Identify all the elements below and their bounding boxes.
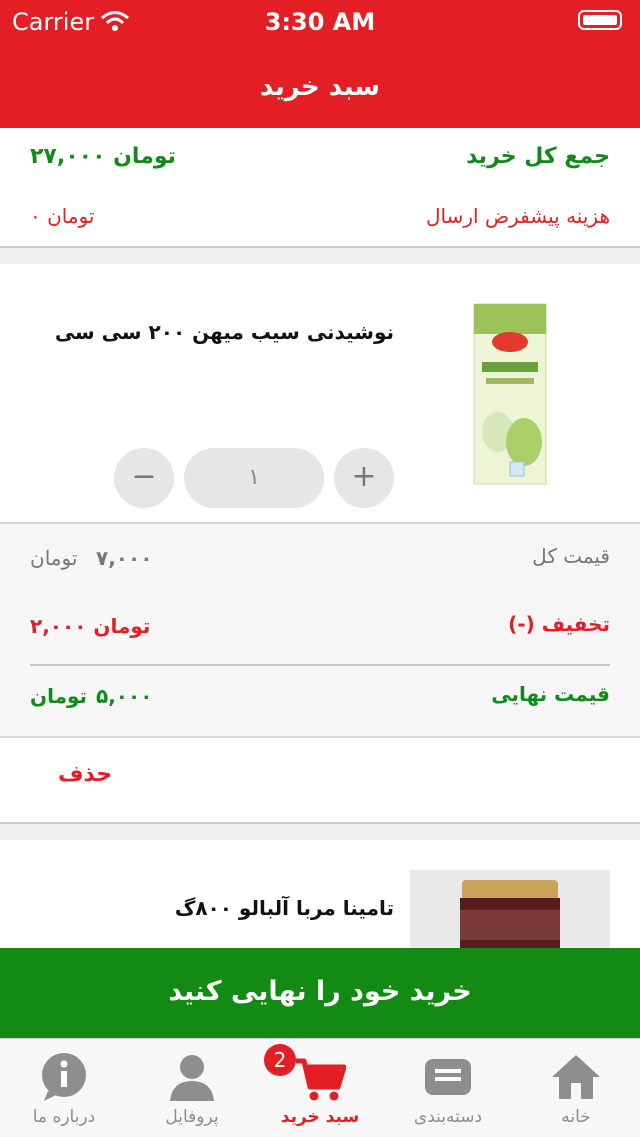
price-value: ۷,۰۰۰ <box>96 546 153 570</box>
final-currency: تومان <box>30 684 88 708</box>
total-value: ۲۷,۰۰۰ تومان <box>30 144 176 169</box>
info-icon <box>42 1053 86 1101</box>
tab-label: دسته‌بندی <box>413 1107 483 1127</box>
product-name: تامینا مربا آلبالو ۸۰۰گ <box>174 896 394 920</box>
tab-label: درباره ما <box>32 1107 96 1127</box>
divider <box>30 664 610 666</box>
tab-label: سبد خرید <box>280 1107 360 1127</box>
top-bar: Carrier 3:30 AM سبد خرید <box>0 0 640 128</box>
tab-home[interactable]: خانه <box>512 1039 640 1137</box>
cart-badge: 2 <box>264 1044 296 1076</box>
tab-profile[interactable]: پروفایل <box>128 1039 256 1137</box>
plus-icon: + <box>351 459 377 494</box>
cart-icon <box>296 1058 346 1101</box>
increase-quantity-button[interactable]: + <box>334 448 394 508</box>
checkout-button[interactable]: خرید خود را نهایی کنید <box>0 948 640 1038</box>
discount-value: ۲,۰۰۰ تومان <box>30 614 151 638</box>
shipping-value: ۰ تومان <box>30 204 95 228</box>
discount-label: (-) تخفیف <box>508 612 610 636</box>
shipping-label: هزینه پیشفرض ارسال <box>426 204 610 228</box>
profile-icon <box>170 1055 214 1101</box>
minus-icon: − <box>131 459 157 494</box>
decrease-quantity-button[interactable]: − <box>114 448 174 508</box>
final-label: قیمت نهایی <box>491 682 610 706</box>
tab-categories[interactable]: دسته‌بندی <box>384 1039 512 1137</box>
tab-about[interactable]: درباره ما <box>0 1039 128 1137</box>
product-name: نوشیدنی سیب میهن ۲۰۰ سی سی <box>54 320 394 344</box>
battery-icon <box>578 10 622 30</box>
home-icon <box>552 1055 600 1099</box>
tab-bar: درباره ما پروفایل سبد خرید دسته‌بندی خان… <box>0 1038 640 1137</box>
status-time: 3:30 AM <box>264 8 376 36</box>
quantity-field[interactable]: ۱ <box>184 448 324 508</box>
cart-summary: جمع کل خرید ۲۷,۰۰۰ تومان هزینه پیشفرض ار… <box>0 128 640 248</box>
total-label: جمع کل خرید <box>466 144 610 169</box>
tab-label: پروفایل <box>165 1107 219 1127</box>
tab-label: خانه <box>561 1107 591 1127</box>
product-image <box>470 302 550 486</box>
price-label: قیمت کل <box>532 544 610 568</box>
category-icon <box>425 1059 471 1095</box>
page-title: سبد خرید <box>260 72 380 102</box>
price-currency: تومان <box>30 546 78 570</box>
price-breakdown: قیمت کل ۷,۰۰۰ تومان (-) تخفیف ۲,۰۰۰ توما… <box>0 522 640 738</box>
final-value: ۵,۰۰۰ <box>96 684 153 708</box>
cart-item: نوشیدنی سیب میهن ۲۰۰ سی سی + ۱ − قیمت کل… <box>0 264 640 824</box>
delete-button[interactable]: حذف <box>58 762 112 787</box>
